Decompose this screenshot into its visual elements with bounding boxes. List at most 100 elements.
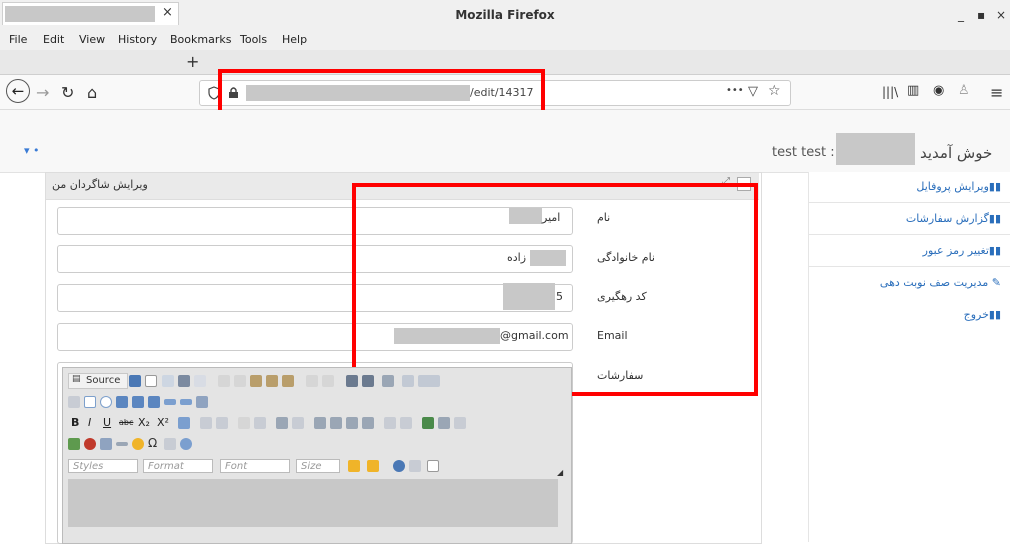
menu-bookmarks[interactable]: Bookmarks [170,33,231,46]
redo-icon[interactable] [322,375,334,387]
forward-button[interactable]: → [36,83,49,102]
radio-icon[interactable] [100,396,112,408]
sidebar-item-edit-profile[interactable]: ▮▮ویرایش پروفایل [916,180,1001,193]
imagebutton-icon[interactable] [180,399,192,405]
collapse-toolbar-icon[interactable]: ◢ [557,468,563,477]
browser-tab[interactable]: × [2,2,179,25]
menu-view[interactable]: View [79,33,105,46]
close-tab-icon[interactable]: × [162,5,173,20]
ltr-icon[interactable] [384,417,396,429]
text-color-icon[interactable] [348,460,360,472]
cut-icon[interactable] [218,375,230,387]
align-left-icon[interactable] [314,417,326,429]
bookmark-star-icon[interactable]: ☆ [768,83,781,99]
pocket-icon[interactable]: ▽ [748,84,758,99]
sidebar-item-orders-report[interactable]: ▮▮گزارش سفارشات [906,212,1001,225]
maximize-button[interactable]: ▪ [977,8,985,22]
align-right-icon[interactable] [346,417,358,429]
new-tab-button[interactable]: + [186,52,199,71]
sidebar-item-label: تغییر رمز عبور [922,244,989,257]
sidebar-item-logout[interactable]: ▮▮خروج [964,308,1001,321]
styles-select[interactable]: Styles [68,459,138,473]
paste-text-icon[interactable] [266,375,278,387]
templates-icon[interactable] [194,375,206,387]
menu-help[interactable]: Help [282,33,307,46]
justify-icon[interactable] [362,417,374,429]
rtl-icon[interactable] [400,417,412,429]
home-button[interactable]: ⌂ [87,83,97,102]
save-icon[interactable] [129,375,141,387]
close-window-button[interactable]: × [996,8,1006,22]
indent-icon[interactable] [254,417,266,429]
bold-icon[interactable]: B [71,416,79,429]
sidebar-toggle-icon[interactable]: ▥ [907,83,919,98]
checkbox-icon[interactable] [84,396,96,408]
library-icon[interactable]: |||\ [882,85,898,99]
menu-history[interactable]: History [118,33,157,46]
flash-icon[interactable] [84,438,96,450]
strike-icon[interactable]: abc [119,418,133,427]
minimize-button[interactable]: _ [958,8,964,22]
special-char-icon[interactable]: Ω [148,436,157,450]
italic-icon[interactable]: I [88,416,91,429]
menu-edit[interactable]: Edit [43,33,64,46]
paste-icon[interactable] [250,375,262,387]
numbered-list-icon[interactable] [200,417,212,429]
sidebar-item-queue-management[interactable]: ✎ مدیریت صف نوبت دهی [880,276,1001,289]
editor-content-redacted[interactable] [68,479,558,527]
menu-file[interactable]: File [9,33,27,46]
format-select[interactable]: Format [143,459,213,473]
replace-icon[interactable] [362,375,374,387]
smiley-icon[interactable] [132,438,144,450]
div-icon[interactable] [292,417,304,429]
extension-icon[interactable]: ♙ [958,83,970,98]
sidebar-item-change-password[interactable]: ▮▮تغییر رمز عبور [923,244,1001,257]
button-icon[interactable] [164,399,176,405]
outdent-icon[interactable] [238,417,250,429]
horizontal-rule-icon[interactable] [116,442,128,446]
spellcheck-icon[interactable] [402,375,414,387]
menu-tools[interactable]: Tools [240,33,267,46]
underline-icon[interactable]: U [103,416,111,429]
remove-format-icon[interactable] [178,417,190,429]
about-icon[interactable] [427,460,439,472]
anchor-icon[interactable] [454,417,466,429]
iframe-icon[interactable] [180,438,192,450]
maximize-icon[interactable] [393,460,405,472]
preview-icon[interactable] [162,375,174,387]
align-center-icon[interactable] [330,417,342,429]
hamburger-menu-icon[interactable]: ≡ [990,83,1003,102]
page-break-icon[interactable] [164,438,176,450]
source-button[interactable]: ▤ Source [68,373,128,389]
select-icon[interactable] [148,396,160,408]
table-icon[interactable] [100,438,112,450]
form-icon[interactable] [68,396,80,408]
hiddenfield-icon[interactable] [196,396,208,408]
superscript-icon[interactable]: X² [157,416,169,429]
scayt-icon[interactable] [418,375,440,387]
print-icon[interactable] [178,375,190,387]
size-select[interactable]: Size [296,459,340,473]
textarea-icon[interactable] [132,396,144,408]
textfield-icon[interactable] [116,396,128,408]
account-icon[interactable]: ◉ [933,83,944,98]
subscript-icon[interactable]: X₂ [138,416,150,429]
user-menu-icon[interactable]: ▾ • [24,144,40,157]
find-icon[interactable] [346,375,358,387]
link-icon[interactable] [422,417,434,429]
unlink-icon[interactable] [438,417,450,429]
image-icon[interactable] [68,438,80,450]
reload-button[interactable]: ↻ [61,83,74,102]
undo-icon[interactable] [306,375,318,387]
back-button[interactable]: ← [6,79,30,103]
new-page-icon[interactable] [145,375,157,387]
page-actions-icon[interactable]: ••• [726,85,744,96]
paste-word-icon[interactable] [282,375,294,387]
bullet-list-icon[interactable] [216,417,228,429]
select-all-icon[interactable] [382,375,394,387]
font-select[interactable]: Font [220,459,290,473]
blockquote-icon[interactable] [276,417,288,429]
bg-color-icon[interactable] [367,460,379,472]
copy-icon[interactable] [234,375,246,387]
show-blocks-icon[interactable] [409,460,421,472]
